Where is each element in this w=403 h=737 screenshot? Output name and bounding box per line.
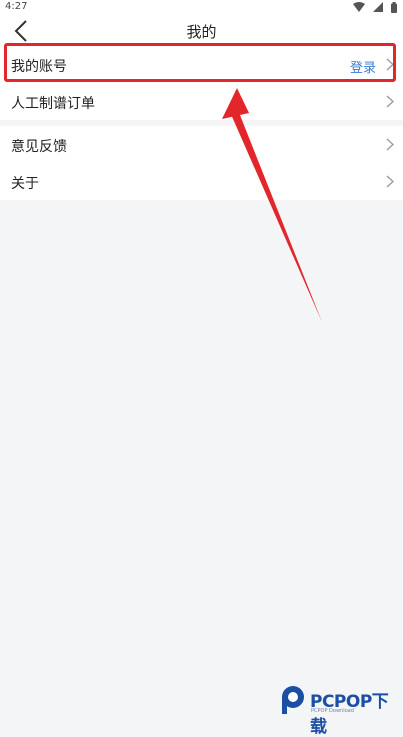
annotation-arrow-icon [222, 88, 322, 322]
watermark: PCPOP下载 PCPOP Download [278, 683, 403, 737]
pcpop-logo-icon [282, 686, 304, 714]
watermark-subtitle: PCPOP Download [311, 708, 354, 714]
